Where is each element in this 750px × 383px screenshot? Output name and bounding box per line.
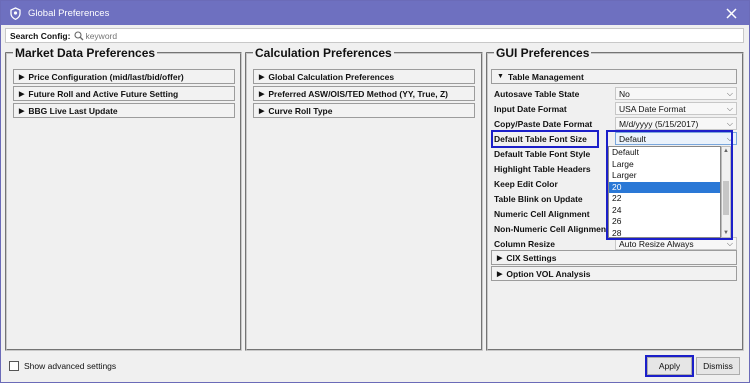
close-icon[interactable] bbox=[723, 5, 739, 21]
app-shield-icon bbox=[8, 6, 22, 20]
collapse-arrow-icon: ▼ bbox=[497, 73, 504, 80]
section-label: Table Management bbox=[507, 71, 584, 82]
row-label: Column Resize bbox=[494, 239, 555, 249]
copy-paste-date-format-dropdown[interactable]: M/d/yyyy (5/15/2017) ⌵ bbox=[615, 117, 737, 130]
expand-arrow-icon: ▶ bbox=[259, 90, 265, 98]
row-label: Autosave Table State bbox=[494, 89, 580, 99]
section-label: CIX Settings bbox=[506, 252, 557, 263]
calculation-panel: Calculation Preferences ▶ Global Calcula… bbox=[245, 46, 483, 351]
autosave-table-state-dropdown[interactable]: No ⌵ bbox=[615, 87, 737, 100]
section-global-calculation[interactable]: ▶ Global Calculation Preferences bbox=[253, 69, 475, 84]
section-label: Option VOL Analysis bbox=[506, 268, 591, 279]
row-label: Default Table Font Style bbox=[494, 149, 591, 159]
search-icon bbox=[74, 30, 84, 41]
row-label: Table Blink on Update bbox=[494, 194, 583, 204]
section-preferred-asw-method[interactable]: ▶ Preferred ASW/OIS/TED Method (YY, True… bbox=[253, 86, 475, 101]
gui-panel: GUI Preferences ▼ Table Management Autos… bbox=[486, 46, 744, 351]
section-future-roll[interactable]: ▶ Future Roll and Active Future Setting bbox=[13, 86, 235, 101]
expand-arrow-icon: ▶ bbox=[19, 107, 25, 115]
row-label: Input Date Format bbox=[494, 104, 567, 114]
row-input-date-format: Input Date Format USA Date Format ⌵ bbox=[494, 102, 737, 116]
highlight-box-apply bbox=[645, 355, 694, 377]
calculation-title: Calculation Preferences bbox=[253, 46, 394, 60]
expand-arrow-icon: ▶ bbox=[497, 270, 503, 278]
chevron-down-icon: ⌵ bbox=[726, 238, 733, 248]
section-label: Global Calculation Preferences bbox=[268, 71, 395, 82]
section-label: Price Configuration (mid/last/bid/offer) bbox=[28, 71, 184, 82]
search-input[interactable] bbox=[85, 30, 386, 41]
row-label: Keep Edit Color bbox=[494, 179, 558, 189]
section-label: Preferred ASW/OIS/TED Method (YY, True, … bbox=[268, 88, 449, 99]
expand-arrow-icon: ▶ bbox=[259, 107, 265, 115]
chevron-down-icon: ⌵ bbox=[726, 118, 733, 128]
row-label: Copy/Paste Date Format bbox=[494, 119, 593, 129]
expand-arrow-icon: ▶ bbox=[497, 254, 503, 262]
highlight-box-dropdown bbox=[606, 130, 733, 240]
market-data-title: Market Data Preferences bbox=[13, 46, 158, 60]
global-preferences-window: Global Preferences Search Config: Market… bbox=[0, 0, 750, 383]
show-advanced-label: Show advanced settings bbox=[24, 361, 117, 371]
dropdown-value: USA Date Format bbox=[619, 103, 686, 114]
section-curve-roll-type[interactable]: ▶ Curve Roll Type bbox=[253, 103, 475, 118]
gui-title: GUI Preferences bbox=[494, 46, 592, 60]
dismiss-button[interactable]: Dismiss bbox=[696, 357, 740, 375]
expand-arrow-icon: ▶ bbox=[19, 73, 25, 81]
input-date-format-dropdown[interactable]: USA Date Format ⌵ bbox=[615, 102, 737, 115]
window-title: Global Preferences bbox=[28, 7, 110, 19]
expand-arrow-icon: ▶ bbox=[259, 73, 265, 81]
row-label: Numeric Cell Alignment bbox=[494, 209, 590, 219]
row-copy-paste-date-format: Copy/Paste Date Format M/d/yyyy (5/15/20… bbox=[494, 117, 737, 131]
footer-bar: Show advanced settings Apply Dismiss bbox=[5, 354, 744, 378]
row-autosave-table-state: Autosave Table State No ⌵ bbox=[494, 87, 737, 101]
section-label: BBG Live Last Update bbox=[28, 105, 118, 116]
search-bar: Search Config: bbox=[5, 28, 744, 43]
chevron-down-icon: ⌵ bbox=[726, 103, 733, 113]
section-label: Curve Roll Type bbox=[268, 105, 333, 116]
section-table-management[interactable]: ▼ Table Management bbox=[491, 69, 737, 84]
section-price-configuration[interactable]: ▶ Price Configuration (mid/last/bid/offe… bbox=[13, 69, 235, 84]
expand-arrow-icon: ▶ bbox=[19, 90, 25, 98]
section-option-vol-analysis[interactable]: ▶ Option VOL Analysis bbox=[491, 266, 737, 281]
highlight-box-label bbox=[491, 130, 599, 148]
row-label: Highlight Table Headers bbox=[494, 164, 591, 174]
title-bar[interactable]: Global Preferences bbox=[1, 1, 749, 25]
show-advanced-checkbox[interactable] bbox=[9, 361, 19, 371]
section-cix-settings[interactable]: ▶ CIX Settings bbox=[491, 250, 737, 265]
dropdown-value: No bbox=[619, 88, 630, 99]
section-label: Future Roll and Active Future Setting bbox=[28, 88, 179, 99]
section-bbg-live-last-update[interactable]: ▶ BBG Live Last Update bbox=[13, 103, 235, 118]
dropdown-value: M/d/yyyy (5/15/2017) bbox=[619, 118, 699, 129]
search-label: Search Config: bbox=[10, 30, 71, 41]
chevron-down-icon: ⌵ bbox=[726, 88, 733, 98]
dropdown-value: Auto Resize Always bbox=[619, 238, 694, 249]
row-label: Non-Numeric Cell Alignment bbox=[494, 224, 606, 234]
market-data-panel: Market Data Preferences ▶ Price Configur… bbox=[5, 46, 242, 351]
